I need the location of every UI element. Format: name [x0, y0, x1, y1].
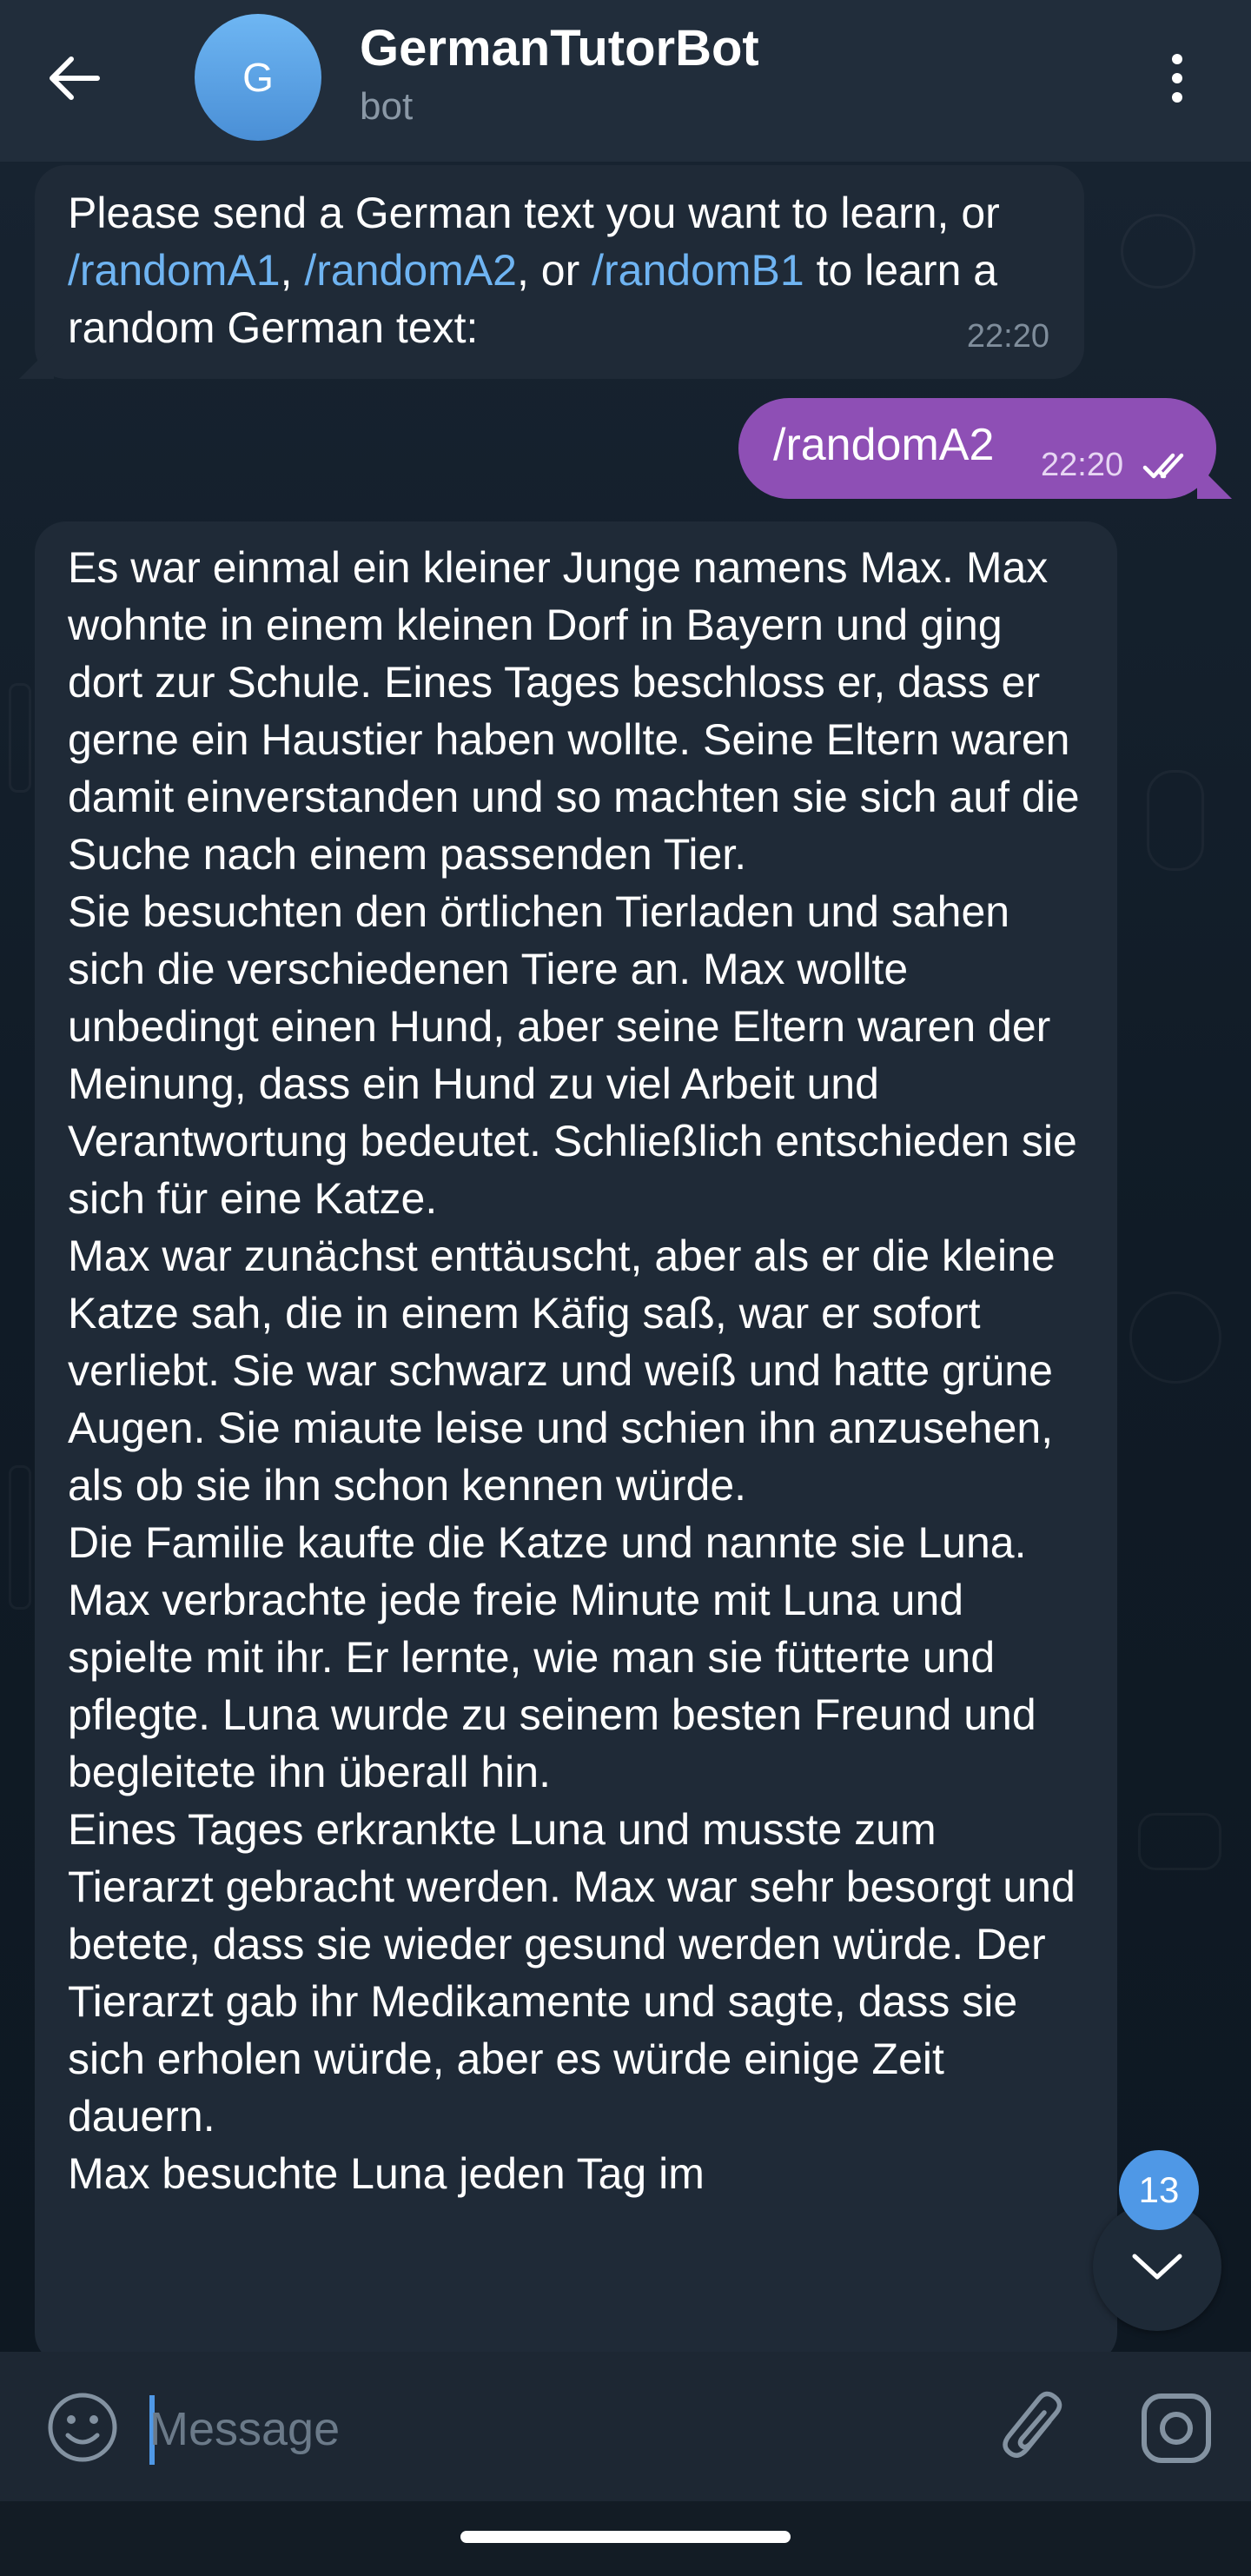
incoming-message-story[interactable]: Es war einmal ein kleiner Junge namens M… [35, 521, 1117, 2364]
story-paragraph: Die Familie kaufte die Katze und nannte … [68, 1518, 1036, 1796]
system-navigation-bar [0, 2501, 1251, 2576]
more-vertical-icon [1172, 54, 1182, 103]
incoming-message-prompt[interactable]: Please send a German text you want to le… [19, 165, 1084, 379]
command-link-randomA1[interactable]: /randomA1 [68, 246, 281, 295]
chat-header: G GermanTutorBot bot [0, 0, 1251, 162]
chat-title[interactable]: GermanTutorBot [360, 19, 759, 77]
story-paragraph: Sie besuchten den örtlichen Tierladen un… [68, 887, 1077, 1223]
back-button[interactable] [45, 43, 129, 113]
camera-button[interactable] [1140, 2392, 1213, 2465]
message-text: Please send a German text you want to le… [68, 189, 1000, 237]
message-time: 22:20 [966, 318, 1049, 355]
chevron-down-icon [1132, 2254, 1182, 2280]
message-time: 22:20 [1041, 447, 1124, 483]
story-text: Es war einmal ein kleiner Junge namens M… [68, 539, 1084, 2202]
arrow-left-icon [50, 56, 100, 100]
more-menu-button[interactable] [1155, 43, 1199, 113]
camera-icon [1142, 2393, 1211, 2463]
story-paragraph: Es war einmal ein kleiner Junge namens M… [68, 543, 1080, 879]
emoji-button[interactable] [45, 2390, 120, 2465]
avatar-letter: G [242, 55, 274, 100]
command-link-randomA2[interactable]: /randomA2 [304, 246, 517, 295]
message-composer [0, 2352, 1251, 2501]
separator-text: , [280, 246, 305, 295]
attach-button[interactable] [997, 2387, 1070, 2470]
outgoing-message-command[interactable]: /randomA2 22:20 [738, 398, 1232, 499]
home-indicator[interactable] [460, 2531, 791, 2543]
unread-count-badge[interactable]: 13 [1119, 2150, 1199, 2230]
command-link-randomB1[interactable]: /randomB1 [592, 246, 804, 295]
paperclip-icon [1003, 2391, 1062, 2458]
bot-avatar[interactable]: G [195, 14, 321, 141]
message-text: /randomA2 [773, 420, 995, 470]
message-input[interactable] [148, 2387, 968, 2472]
story-paragraph: Max besuchte Luna jeden Tag im [68, 2149, 705, 2198]
double-check-icon [1142, 453, 1184, 479]
story-paragraph: Max war zunächst enttäuscht, aber als er… [68, 1232, 1056, 1510]
story-paragraph: Eines Tages erkrankte Luna und musste zu… [68, 1805, 1076, 2141]
chat-subtitle: bot [360, 85, 414, 128]
separator-text: , or [516, 246, 592, 295]
emoji-icon [48, 2393, 117, 2462]
